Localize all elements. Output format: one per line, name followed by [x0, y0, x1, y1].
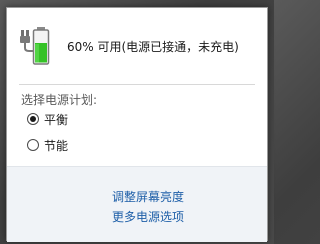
radio-button-unchecked[interactable] — [27, 139, 39, 151]
battery-flyout: 60% 可用(电源已接通，未充电) 选择电源计划: 平衡 节能 调整屏幕亮度 更… — [6, 7, 268, 242]
adjust-brightness-link[interactable]: 调整屏幕亮度 — [7, 188, 267, 205]
section-divider — [19, 84, 255, 85]
battery-status-row: 60% 可用(电源已接通，未充电) — [19, 24, 239, 68]
battery-charging-icon — [20, 27, 50, 65]
power-plan-option-balanced[interactable]: 平衡 — [27, 111, 68, 127]
power-plan-option-label[interactable]: 平衡 — [44, 111, 68, 128]
power-plan-option-label[interactable]: 节能 — [44, 137, 68, 154]
more-power-options-link[interactable]: 更多电源选项 — [7, 208, 267, 225]
battery-status-text: 60% 可用(电源已接通，未充电) — [67, 39, 239, 54]
radio-button-checked[interactable] — [27, 113, 39, 125]
power-plan-heading: 选择电源计划: — [21, 93, 98, 107]
flyout-main-panel: 60% 可用(电源已接通，未充电) 选择电源计划: 平衡 节能 — [7, 8, 267, 166]
power-plan-option-power-saver[interactable]: 节能 — [27, 137, 68, 153]
flyout-links-footer: 调整屏幕亮度 更多电源选项 — [7, 166, 267, 242]
